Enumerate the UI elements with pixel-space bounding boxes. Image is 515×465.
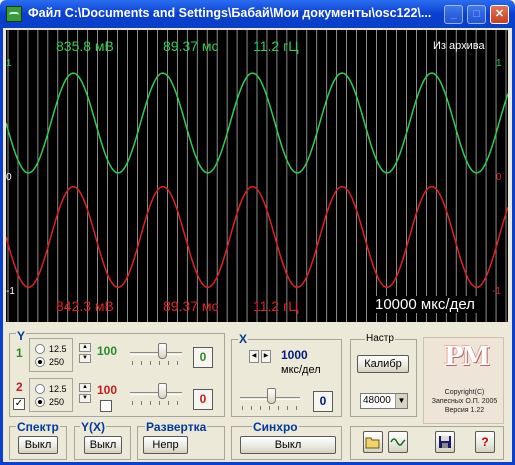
minimize-button[interactable]: _ <box>444 5 463 24</box>
ch2-gain-up-icon[interactable]: ▲ <box>79 383 91 392</box>
ch2-range-12-5-radio[interactable] <box>35 384 45 394</box>
ch2-offset-slider[interactable] <box>158 383 167 399</box>
ch1-range-12-5-label: 12.5 <box>49 344 67 354</box>
ch2-amplitude: 842.3 мВ <box>56 298 114 314</box>
spectrum-label: Спектр <box>16 420 60 434</box>
y-label: Y <box>16 329 27 343</box>
about-logo-panel: PM Copyright(C) Запесных О.П. 2005 Верси… <box>423 337 504 424</box>
x-timebase-unit: мкс/дел <box>281 364 321 376</box>
timebase-readout: 10000 мкс/дел <box>372 296 478 313</box>
window-title: Файл C:\Documents and Settings\Бабай\Мои… <box>28 6 432 20</box>
ch1-frequency: 11.2 гЦ <box>253 38 299 54</box>
sample-rate-value: 48000 <box>363 395 391 406</box>
ch2-offset-track[interactable] <box>130 392 182 395</box>
ch2-range-250-radio[interactable] <box>35 397 45 407</box>
version-text: Версия 1.22 <box>444 407 485 414</box>
ch2-offset-value: 0 <box>193 389 213 410</box>
help-button[interactable]: ? <box>475 431 495 453</box>
yx-label: Y(X) <box>80 420 106 434</box>
oscilloscope-screen[interactable]: 835.8 мВ 89.37 мс 11.2 гЦ Из архива 842.… <box>6 30 508 322</box>
close-button[interactable]: ✕ <box>490 5 509 24</box>
setup-label: Настр <box>365 333 395 344</box>
sweep-label: Развертка <box>145 420 208 434</box>
ch1-range-250-label: 250 <box>49 357 65 367</box>
ch1-amplitude: 835.8 мВ <box>56 38 114 54</box>
sample-rate-select[interactable]: 48000 ▼ <box>360 393 408 409</box>
ch1-marker-right: 1 <box>496 58 502 69</box>
ch2-period: 89.37 мс <box>163 298 219 314</box>
ch1-period: 89.37 мс <box>163 38 219 54</box>
ch2-gain-value: 100 <box>97 383 118 397</box>
ch1-offset-slider[interactable] <box>158 343 167 359</box>
ch2-range-12-5-label: 12.5 <box>49 384 67 394</box>
ch2-gain-down-icon[interactable]: ▼ <box>79 394 91 403</box>
app-icon <box>6 6 22 22</box>
ch1-gain-value: 100 <box>97 344 118 358</box>
ch1-offset-track[interactable] <box>130 352 182 355</box>
source-label: Из архива <box>433 40 485 52</box>
x-offset-ticks <box>242 406 300 410</box>
ch1-range-250-radio[interactable] <box>35 357 45 367</box>
copyright-text: Copyright(C) <box>444 389 485 396</box>
title-bar[interactable]: Файл C:\Documents and Settings\Бабай\Мои… <box>0 0 515 28</box>
sweep-button[interactable]: Непр <box>143 436 188 454</box>
ch1-gain-down-icon[interactable]: ▼ <box>79 354 91 363</box>
x-timebase-value: 1000 <box>281 348 308 362</box>
ch1-offset-value: 0 <box>193 347 213 368</box>
zero-marker-right: 0 <box>496 172 502 183</box>
ch1-range-12-5-radio[interactable] <box>35 344 45 354</box>
sync-label: Синхро <box>252 420 299 434</box>
yx-button[interactable]: Выкл <box>84 436 122 454</box>
ch1-gain-up-icon[interactable]: ▲ <box>79 343 91 352</box>
waveform-plot <box>6 30 508 322</box>
x-timebase-right-icon[interactable]: ▶ <box>261 350 271 363</box>
author-text: Запесных О.П. 2005 <box>431 398 498 405</box>
zero-marker-left: 0 <box>6 172 12 183</box>
ch2-marker-left: -1 <box>6 286 15 297</box>
chevron-down-icon[interactable]: ▼ <box>395 394 407 408</box>
save-disk-icon[interactable] <box>435 431 455 453</box>
ch2-invert-checkbox[interactable] <box>100 400 112 412</box>
pm-logo: PM <box>444 342 490 372</box>
x-offset-slider[interactable] <box>267 388 276 404</box>
ch1-number: 1 <box>16 346 23 360</box>
ch1-offset-ticks <box>132 361 182 365</box>
ch2-offset-ticks <box>132 401 182 405</box>
x-label: X <box>238 332 249 346</box>
ch2-enable-checkbox[interactable]: ✓ <box>13 398 25 410</box>
ch2-range-250-label: 250 <box>49 397 65 407</box>
maximize-button[interactable]: □ <box>467 5 486 24</box>
ch1-marker-left: 1 <box>6 58 12 69</box>
ch2-marker-right: -1 <box>492 286 501 297</box>
x-offset-value: 0 <box>313 391 333 412</box>
calibrate-button[interactable]: Калибр <box>357 355 409 373</box>
ch2-number: 2 <box>16 380 23 394</box>
spectrum-button[interactable]: Выкл <box>18 436 58 454</box>
waveform-icon[interactable] <box>388 431 408 453</box>
sync-button[interactable]: Выкл <box>240 436 336 454</box>
x-timebase-left-icon[interactable]: ◀ <box>249 350 259 363</box>
open-folder-icon[interactable] <box>363 431 383 453</box>
ch2-frequency: 11.2 гЦ <box>253 298 299 314</box>
